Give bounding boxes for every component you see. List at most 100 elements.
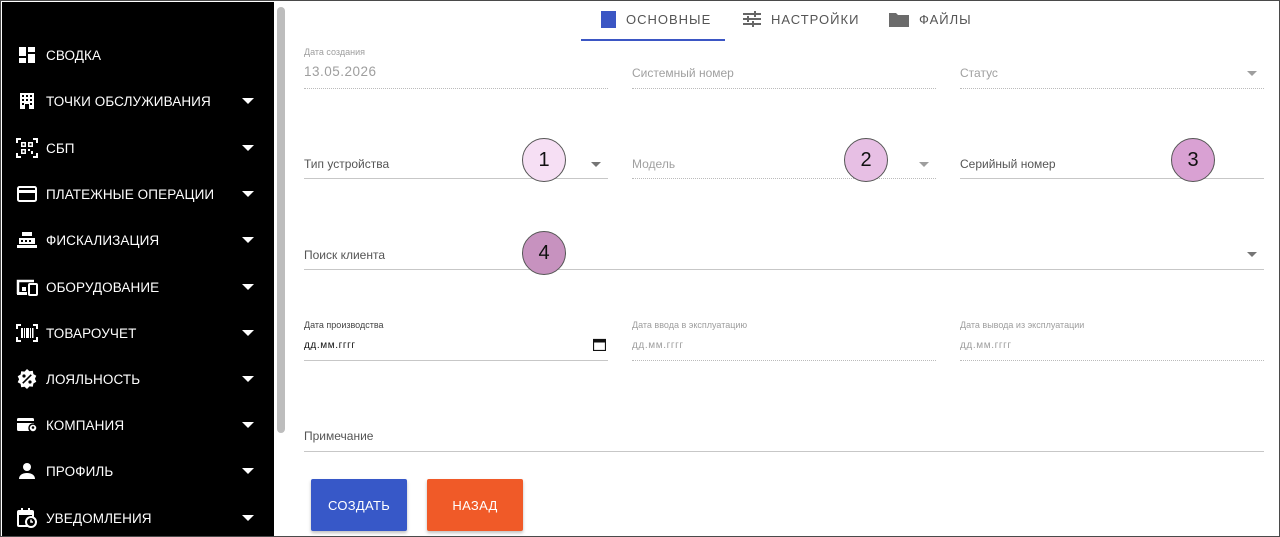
devices-icon — [16, 276, 38, 298]
callout-marker-3: 3 — [1171, 138, 1215, 182]
tab-label: ОСНОВНЫЕ — [626, 11, 712, 27]
chevron-down-icon[interactable] — [242, 284, 254, 290]
sidebar-item-company[interactable]: КОМПАНИЯ — [2, 410, 274, 440]
field-label: Дата вывода из эксплуатации — [960, 320, 1085, 330]
sidebar-item-loyalty[interactable]: ЛОЯЛЬНОСТЬ — [2, 364, 274, 394]
chevron-down-icon[interactable] — [591, 162, 601, 167]
date-value: дд.мм.гггг — [632, 340, 684, 351]
field-label: Дата создания — [304, 47, 365, 57]
field-placeholder: Примечание — [304, 429, 374, 443]
sidebar-item-label: СБП — [46, 140, 75, 156]
person-icon — [16, 460, 38, 482]
field-placeholder: Тип устройства — [304, 157, 390, 171]
sidebar-item-label: СВОДКА — [46, 47, 102, 63]
chevron-down-icon[interactable] — [242, 98, 254, 104]
field-label: Дата производства — [304, 320, 384, 330]
decommission-date-input[interactable]: Дата вывода из эксплуатации дд.мм.гггг — [960, 320, 1264, 362]
field-placeholder: Поиск клиента — [304, 248, 386, 262]
field-underline — [960, 178, 1264, 179]
qr-code-icon — [16, 137, 38, 159]
field-placeholder: Статус — [960, 66, 998, 80]
chevron-down-icon[interactable] — [242, 145, 254, 151]
note-field[interactable]: Примечание — [304, 413, 1264, 453]
active-tab-indicator — [581, 39, 725, 41]
sidebar-item-label: КОМПАНИЯ — [46, 417, 125, 433]
commission-date-input[interactable]: Дата ввода в эксплуатацию дд.мм.гггг — [632, 320, 936, 362]
tab-label: ФАЙЛЫ — [919, 11, 972, 27]
discount-badge-icon — [16, 368, 38, 390]
serial-number-field[interactable]: Серийный номер — [960, 141, 1264, 181]
sidebar-item-sbp[interactable]: СБП — [2, 133, 274, 163]
sidebar-item-label: ФИСКАЛИЗАЦИЯ — [46, 232, 160, 248]
sidebar-item-label: ПРОФИЛЬ — [46, 463, 114, 479]
field-underline — [632, 178, 936, 179]
chevron-down-icon[interactable] — [242, 191, 254, 197]
company-card-icon — [16, 414, 38, 436]
back-button[interactable]: НАЗАД — [427, 479, 523, 531]
dashboard-icon — [16, 44, 38, 66]
system-number-field: Системный номер — [632, 47, 936, 91]
chevron-down-icon[interactable] — [242, 468, 254, 474]
field-placeholder: Модель — [632, 157, 676, 171]
chevron-down-icon[interactable] — [242, 237, 254, 243]
cash-register-icon — [16, 229, 38, 251]
field-underline — [304, 451, 1264, 452]
chevron-down-icon[interactable] — [1247, 71, 1257, 76]
callout-marker-2: 2 — [844, 138, 888, 182]
status-select[interactable]: Статус — [960, 47, 1264, 91]
building-icon — [16, 90, 38, 112]
app-window: СВОДКА ТОЧКИ ОБСЛУЖИВАНИЯ СБП ПЛАТЕЖНЫЕ … — [0, 0, 1280, 537]
field-underline — [632, 88, 936, 89]
callout-marker-1: 1 — [522, 138, 566, 182]
callout-marker-4: 4 — [522, 231, 566, 275]
credit-card-icon — [16, 183, 38, 205]
sidebar-item-equipment[interactable]: ОБОРУДОВАНИЕ — [2, 272, 274, 302]
sidebar-item-fiscalization[interactable]: ФИСКАЛИЗАЦИЯ — [2, 225, 274, 255]
sidebar-scrollbar[interactable] — [277, 7, 285, 433]
sidebar-item-label: ПЛАТЕЖНЫЕ ОПЕРАЦИИ — [46, 186, 215, 202]
tab-main[interactable]: ОСНОВНЫЕ — [601, 1, 711, 37]
create-button[interactable]: СОЗДАТЬ — [311, 479, 407, 531]
sidebar-item-label: УВЕДОМЛЕНИЯ — [46, 510, 152, 526]
field-underline — [960, 360, 1264, 361]
field-underline — [304, 360, 608, 361]
chevron-down-icon[interactable] — [1247, 252, 1257, 257]
chevron-down-icon[interactable] — [242, 330, 254, 336]
model-select[interactable]: Модель — [632, 141, 936, 181]
sidebar-item-label: ТОЧКИ ОБСЛУЖИВАНИЯ — [46, 93, 211, 109]
sidebar-item-profile[interactable]: ПРОФИЛЬ — [2, 456, 274, 486]
sidebar-item-label: ЛОЯЛЬНОСТЬ — [46, 371, 141, 387]
production-date-input[interactable]: Дата производства дд.мм.гггг — [304, 320, 608, 362]
chevron-down-icon[interactable] — [242, 422, 254, 428]
chevron-down-icon[interactable] — [242, 376, 254, 382]
field-placeholder: Серийный номер — [960, 157, 1056, 171]
tab-files[interactable]: ФАЙЛЫ — [889, 1, 972, 37]
field-label: Дата ввода в эксплуатацию — [632, 320, 748, 330]
field-underline — [960, 88, 1264, 89]
tab-label: НАСТРОЙКИ — [771, 11, 860, 27]
sidebar-item-service-points[interactable]: ТОЧКИ ОБСЛУЖИВАНИЯ — [2, 86, 274, 116]
date-value: дд.мм.гггг — [960, 340, 1012, 351]
calendar-icon[interactable] — [592, 338, 607, 356]
field-placeholder: Системный номер — [632, 66, 734, 80]
client-search-select[interactable]: Поиск клиента — [304, 231, 1264, 271]
sidebar-item-inventory[interactable]: ТОВАРОУЧЕТ — [2, 318, 274, 348]
scrollbar-thumb[interactable] — [277, 7, 285, 433]
sidebar-item-notifications[interactable]: УВЕДОМЛЕНИЯ — [2, 503, 274, 533]
field-underline — [304, 269, 1264, 270]
sidebar: СВОДКА ТОЧКИ ОБСЛУЖИВАНИЯ СБП ПЛАТЕЖНЫЕ … — [2, 2, 274, 536]
field-underline — [632, 360, 936, 361]
square-icon — [601, 10, 616, 28]
chevron-down-icon[interactable] — [919, 162, 929, 167]
sidebar-item-payment-operations[interactable]: ПЛАТЕЖНЫЕ ОПЕРАЦИИ — [2, 179, 274, 209]
sidebar-item-label: ОБОРУДОВАНИЕ — [46, 279, 160, 295]
chevron-down-icon[interactable] — [242, 515, 254, 521]
sidebar-item-label: ТОВАРОУЧЕТ — [46, 325, 137, 341]
sidebar-item-summary[interactable]: СВОДКА — [2, 40, 274, 70]
date-value: дд.мм.гггг — [304, 340, 356, 351]
barcode-scan-icon — [16, 322, 38, 344]
field-value: 13.05.2026 — [304, 64, 377, 79]
field-underline — [304, 178, 608, 179]
sliders-icon — [743, 11, 761, 27]
tab-settings[interactable]: НАСТРОЙКИ — [743, 1, 859, 37]
